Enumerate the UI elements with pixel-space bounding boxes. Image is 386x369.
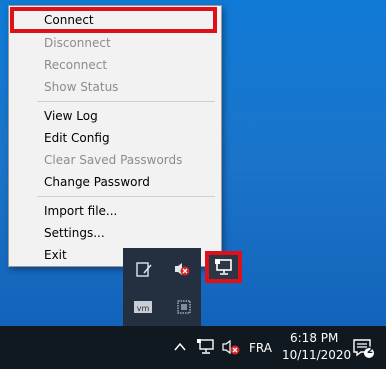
clock-time[interactable]: 6:18 PM — [290, 331, 338, 345]
clock-date[interactable]: 10/11/2020 — [282, 348, 351, 362]
tray-overflow-flyout: vm — [123, 248, 201, 326]
menu-item-import-file[interactable]: Import file... — [9, 200, 221, 222]
openvpn-context-menu: Connect Disconnect Reconnect Show Status… — [8, 5, 222, 267]
menu-item-edit-config[interactable]: Edit Config — [9, 127, 221, 149]
menu-separator — [37, 101, 215, 102]
volume-muted-icon[interactable] — [221, 338, 241, 356]
network-icon[interactable] — [196, 338, 216, 356]
menu-item-disconnect: Disconnect — [44, 36, 111, 50]
svg-text:vm: vm — [137, 304, 150, 313]
openvpn-monitor-icon — [215, 259, 232, 275]
menu-item-connect[interactable]: Connect — [9, 9, 221, 31]
app-grid-icon[interactable] — [175, 298, 193, 316]
input-language-indicator[interactable]: FRA — [249, 341, 272, 355]
taskbar: FRA 6:18 PM 10/11/2020 2 — [0, 326, 386, 369]
notification-count-badge: 2 — [366, 346, 374, 356]
vmware-icon[interactable]: vm — [133, 298, 153, 316]
openvpn-tray-icon-highlight[interactable] — [205, 251, 242, 283]
menu-item-show-status: Show Status — [44, 80, 119, 94]
menu-item-change-password[interactable]: Change Password — [9, 171, 221, 193]
show-hidden-icons-chevron-icon[interactable] — [173, 341, 187, 353]
menu-item-settings[interactable]: Settings... — [9, 222, 221, 244]
menu-item-reconnect: Reconnect — [44, 58, 108, 72]
pen-tool-icon[interactable] — [135, 260, 153, 278]
menu-item-clear-saved-passwords: Clear Saved Passwords — [44, 153, 183, 167]
menu-separator — [37, 196, 215, 197]
menu-item-view-log[interactable]: View Log — [9, 105, 221, 127]
volume-muted-icon[interactable] — [173, 260, 191, 278]
